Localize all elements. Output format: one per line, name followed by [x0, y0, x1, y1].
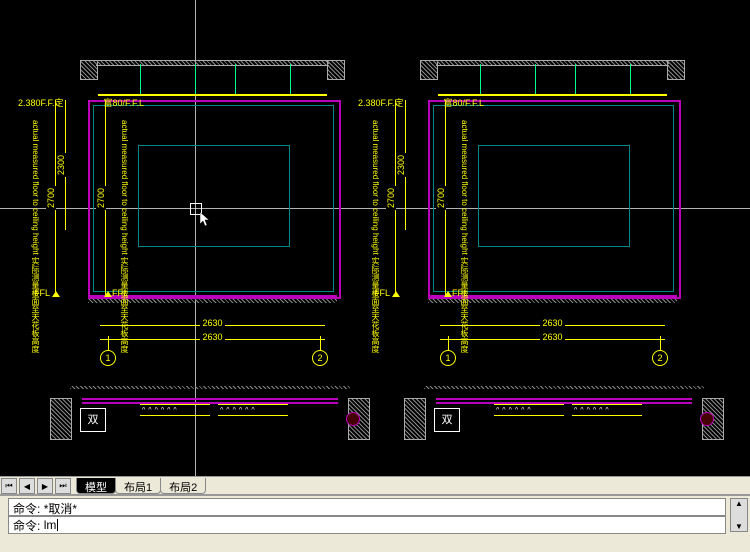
grid-bubble-1: 1: [440, 350, 456, 366]
command-input[interactable]: 命令: lm: [8, 516, 726, 534]
dim-vertical: 2300: [58, 100, 72, 230]
diffuser: ^^^^^^: [572, 404, 642, 416]
section-dot: [700, 412, 714, 426]
diffuser: ^^^^^^: [140, 404, 210, 416]
section-label: 双: [434, 408, 460, 432]
grid-bubble-2: 2: [652, 350, 668, 366]
tab-model[interactable]: 模型: [76, 478, 116, 494]
dim-horizontal: 2630: [100, 332, 325, 346]
layout-tab-bar: ⏮ ◀ ▶ ⏭ 模型 布局1 布局2: [0, 476, 750, 495]
command-history: 命令: *取消*: [8, 498, 726, 516]
dim-vertical: 2700: [438, 100, 452, 295]
inner-panel: [138, 145, 290, 247]
tab-nav-next[interactable]: ▶: [37, 478, 53, 494]
tab-nav-first[interactable]: ⏮: [1, 478, 17, 494]
section-left: ^^^^^^ ^^^^^^ 双: [50, 386, 370, 441]
section-wall: [404, 398, 426, 440]
inner-panel: [478, 145, 630, 247]
note-vertical: actual measured floor to ceiling height …: [459, 120, 470, 280]
level-marker: 2.380F.F.定: [18, 96, 64, 109]
hanger: [535, 64, 536, 94]
dim-horizontal: 2630: [100, 318, 325, 332]
section-slab: [424, 386, 704, 389]
note-vertical: actual measured floor to ceiling height …: [119, 120, 130, 280]
level-marker: 富80/F.F.L: [103, 96, 144, 109]
level-marker: 2.380F.F.定: [358, 96, 404, 109]
dim-vertical: 2300: [398, 100, 412, 230]
dim-vertical: 2700: [98, 100, 112, 295]
grid-bubble-1: 1: [100, 350, 116, 366]
section-wall: [50, 398, 72, 440]
note-vertical: actual measured floor to ceiling height …: [30, 120, 41, 280]
level-ffl: FFL: [34, 288, 60, 298]
dim-horizontal: 2630: [440, 318, 665, 332]
tab-nav-prev[interactable]: ◀: [19, 478, 35, 494]
tab-nav-last[interactable]: ⏭: [55, 478, 71, 494]
grid-bubble-2: 2: [312, 350, 328, 366]
section-right: ^^^^^^ ^^^^^^ 双: [404, 386, 724, 441]
command-scrollbar[interactable]: [730, 498, 748, 532]
slab-top: [420, 60, 685, 78]
hanger: [140, 64, 141, 94]
tab-layout1[interactable]: 布局1: [115, 478, 161, 494]
level-ffl: FFL: [102, 288, 128, 298]
hanger: [575, 64, 576, 94]
diffuser: ^^^^^^: [494, 404, 564, 416]
section-label: 双: [80, 408, 106, 432]
note-vertical: actual measured floor to ceiling height …: [370, 120, 381, 280]
section-slab: [70, 386, 350, 389]
hanger: [195, 64, 196, 94]
diffuser: ^^^^^^: [218, 404, 288, 416]
level-ffl: FFL: [374, 288, 400, 298]
level-ffl: FFL: [442, 288, 468, 298]
hanger: [480, 64, 481, 94]
hanger: [290, 64, 291, 94]
section-dot: [346, 412, 360, 426]
section-frame: [82, 398, 338, 404]
level-marker: 富80/F.F.L: [443, 96, 484, 109]
hanger: [235, 64, 236, 94]
dim-horizontal: 2630: [440, 332, 665, 346]
drawing-canvas[interactable]: 2630 2630 1 2 2700 2300 2700 actual meas…: [0, 0, 750, 476]
slab-top: [80, 60, 345, 78]
section-frame: [436, 398, 692, 404]
hanger: [630, 64, 631, 94]
tab-layout2[interactable]: 布局2: [160, 478, 206, 494]
command-area: 命令: *取消* 命令: lm: [0, 494, 750, 552]
